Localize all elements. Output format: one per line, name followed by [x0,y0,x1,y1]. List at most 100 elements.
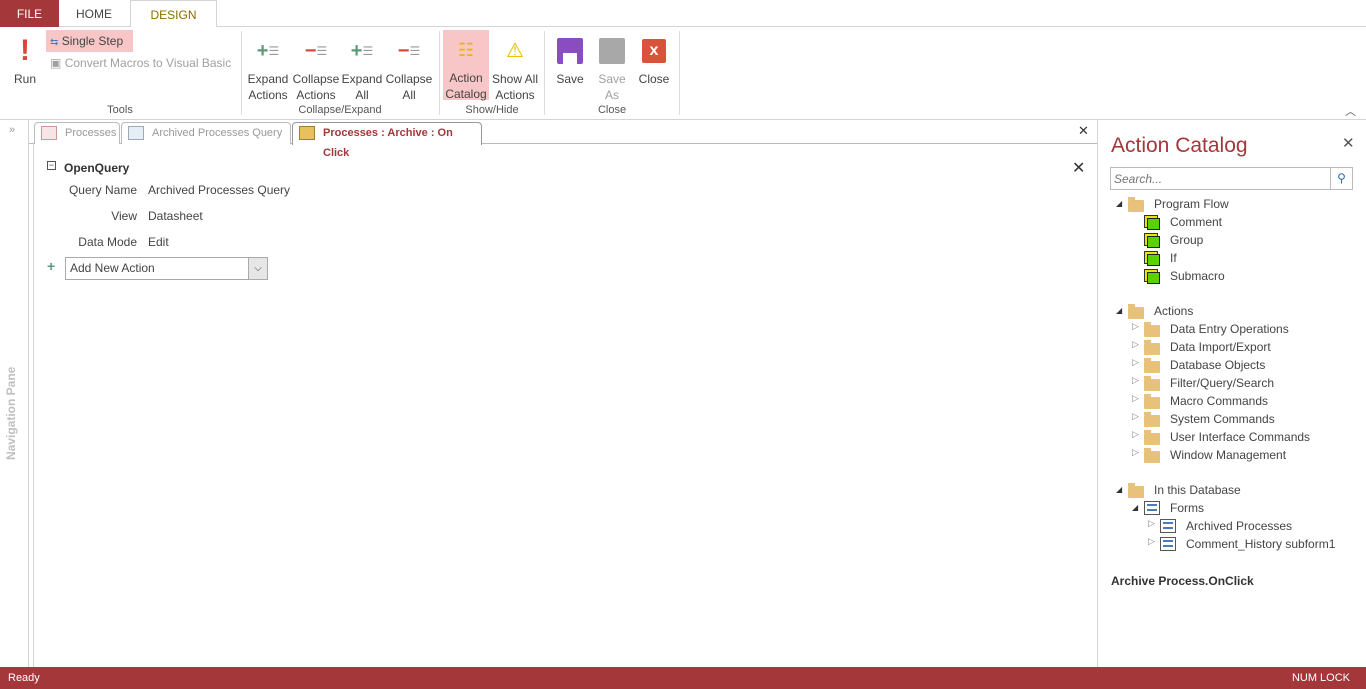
collapsed-icon[interactable]: ▷ [1132,321,1139,332]
navigation-pane[interactable]: » Navigation Pane [0,120,29,667]
collapse-all-icon: − ☰ [397,40,421,62]
collapsed-icon[interactable]: ▷ [1132,447,1139,458]
close-button[interactable]: x Close [634,31,674,87]
expanded-icon[interactable]: ◢ [1116,485,1122,494]
tab-file[interactable]: FILE [0,0,59,27]
group-label-tools: Tools [107,104,133,116]
catalog-context: Archive Process.OnClick [1111,574,1254,588]
doc-tab-processes[interactable]: Processes [34,122,120,144]
tree-actions[interactable]: Actions [1154,304,1193,318]
folder-icon [1144,376,1160,391]
tree-item[interactable]: System Commands [1170,412,1275,426]
collapse-icon: − ☰ [304,40,328,62]
save-icon [557,38,583,64]
tree-item[interactable]: Group [1170,233,1203,247]
collapsed-icon[interactable]: ▷ [1148,536,1155,547]
tab-home[interactable]: HOME [59,0,129,27]
show-all-actions-button[interactable]: ⚠ Show All Actions [490,31,540,103]
close-catalog-icon[interactable]: ✕ [1342,134,1355,152]
tree-item[interactable]: Submacro [1170,269,1225,283]
action-icon [1144,269,1160,284]
close-icon: x [642,39,666,63]
tree-item[interactable]: Macro Commands [1170,394,1268,408]
folder-icon [1144,448,1160,463]
folder-icon [1144,358,1160,373]
collapsed-icon[interactable]: ▷ [1132,393,1139,404]
collapse-action-icon[interactable]: − [47,161,56,170]
save-as-button[interactable]: Save As [592,31,632,103]
action-catalog-pane: Action Catalog ✕ ⚲ ◢ Program Flow Commen… [1097,120,1366,667]
tree-program-flow[interactable]: Program Flow [1154,197,1229,211]
document-tabs: Processes Archived Processes Query Proce… [29,120,1097,159]
arg-value-view[interactable]: Datasheet [148,209,203,223]
tree-item[interactable]: Database Objects [1170,358,1265,372]
action-icon [1144,215,1160,230]
collapse-all-button[interactable]: − ☰ Collapse All [385,31,433,103]
save-button[interactable]: Save [550,31,590,87]
tree-item[interactable]: If [1170,251,1177,265]
group-label-show-hide: Show/Hide [465,104,519,116]
chevron-down-icon[interactable]: ⌵ [248,258,267,279]
query-icon [128,126,144,140]
tree-item[interactable]: Window Management [1170,448,1286,462]
macro-icon [299,126,315,140]
convert-macros-button[interactable]: ▣ Convert Macros to Visual Basic [50,56,231,70]
collapse-ribbon-icon[interactable]: ︿ [1345,103,1356,119]
arg-value-query-name[interactable]: Archived Processes Query [148,183,290,197]
collapsed-icon[interactable]: ▷ [1132,375,1139,386]
collapse-actions-button[interactable]: − ☰ Collapse Actions [292,31,340,103]
collapsed-icon[interactable]: ▷ [1132,411,1139,422]
action-name: OpenQuery [64,161,130,175]
tree-item[interactable]: Comment_History subform1 [1186,537,1362,551]
expanded-icon[interactable]: ◢ [1116,306,1122,315]
form-icon [1144,501,1160,515]
expanded-icon[interactable]: ◢ [1132,503,1138,512]
doc-tab-archived-query[interactable]: Archived Processes Query [121,122,291,144]
tree-item[interactable]: Filter/Query/Search [1170,376,1274,390]
group-label-close: Close [597,104,627,116]
form-icon [41,126,57,140]
doc-tab-macro[interactable]: Processes : Archive : On Click [292,122,482,159]
folder-icon [1144,322,1160,337]
action-catalog-icon: ☷ [457,40,475,60]
form-icon [1160,519,1176,533]
expand-all-icon: + ☰ [350,40,374,62]
folder-icon [1144,394,1160,409]
expand-actions-button[interactable]: + ☰ Expand Actions [246,31,290,103]
collapsed-icon[interactable]: ▷ [1148,518,1155,529]
tree-forms[interactable]: Forms [1170,501,1204,515]
arg-value-data-mode[interactable]: Edit [148,235,169,249]
action-catalog-button[interactable]: ☷ Action Catalog [443,30,489,101]
folder-icon [1144,340,1160,355]
arg-label: Data Mode [78,235,137,249]
run-button[interactable]: ! Run [6,31,44,87]
tree-in-this-database[interactable]: In this Database [1154,483,1241,497]
tree-item[interactable]: Data Entry Operations [1170,322,1289,336]
collapsed-icon[interactable]: ▷ [1132,357,1139,368]
add-new-action-dropdown[interactable]: Add New Action ⌵ [65,257,268,280]
arg-label: View [111,209,137,223]
close-document-icon[interactable]: ✕ [1078,123,1089,139]
expanded-icon[interactable]: ◢ [1116,199,1122,208]
expand-all-button[interactable]: + ☰ Expand All [341,31,383,103]
tree-item[interactable]: Archived Processes [1186,519,1292,533]
convert-icon: ▣ [50,56,62,70]
single-step-button[interactable]: ⇆ Single Step [46,30,133,52]
delete-action-icon[interactable]: ✕ [1072,158,1085,178]
action-icon [1144,251,1160,266]
group-label-collapse-expand: Collapse/Expand [298,104,382,116]
tree-item[interactable]: Data Import/Export [1170,340,1271,354]
tree-item[interactable]: Comment [1170,215,1222,229]
add-icon: + [47,258,56,274]
num-lock-indicator: NUM LOCK [1291,672,1350,684]
folder-icon [1128,304,1144,319]
search-icon[interactable]: ⚲ [1330,168,1352,189]
catalog-search-input[interactable] [1111,168,1326,189]
arg-label: Query Name [68,183,137,197]
collapsed-icon[interactable]: ▷ [1132,339,1139,350]
collapsed-icon[interactable]: ▷ [1132,429,1139,440]
tree-item[interactable]: User Interface Commands [1170,430,1310,444]
expand-nav-icon[interactable]: » [9,124,15,136]
tab-design[interactable]: DESIGN [130,0,217,28]
save-as-icon [599,38,625,64]
